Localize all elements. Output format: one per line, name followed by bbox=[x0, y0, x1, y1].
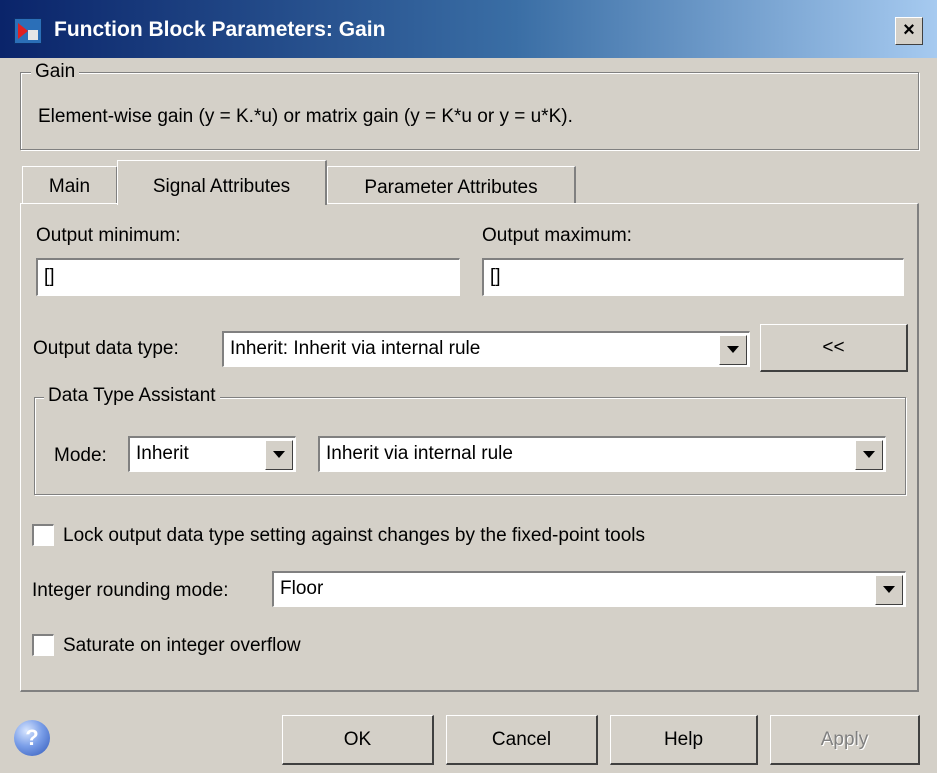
help-button[interactable]: Help bbox=[610, 715, 758, 765]
tab-main[interactable]: Main bbox=[22, 166, 118, 204]
output-minimum-input[interactable]: [] bbox=[36, 258, 460, 296]
gain-description: Element-wise gain (y = K.*u) or matrix g… bbox=[38, 106, 573, 127]
toggle-assistant-button[interactable]: << bbox=[760, 324, 908, 372]
ok-button[interactable]: OK bbox=[282, 715, 434, 765]
saturate-checkbox[interactable] bbox=[32, 634, 54, 656]
inherit-rule-select[interactable]: Inherit via internal rule bbox=[318, 436, 886, 472]
chevron-down-icon[interactable] bbox=[265, 440, 293, 470]
data-type-assistant-legend: Data Type Assistant bbox=[44, 384, 220, 408]
chevron-down-icon[interactable] bbox=[719, 335, 747, 365]
inherit-rule-value: Inherit via internal rule bbox=[326, 443, 513, 464]
output-maximum-input[interactable]: [] bbox=[482, 258, 904, 296]
lock-output-data-type-checkbox[interactable] bbox=[32, 524, 54, 546]
output-data-type-select[interactable]: Inherit: Inherit via internal rule bbox=[222, 331, 750, 367]
tab-signal-attributes[interactable]: Signal Attributes bbox=[117, 160, 327, 205]
window-title: Function Block Parameters: Gain bbox=[54, 18, 386, 41]
help-icon[interactable]: ? bbox=[14, 720, 50, 756]
saturate-label: Saturate on integer overflow bbox=[63, 635, 301, 656]
output-minimum-label: Output minimum: bbox=[36, 225, 181, 246]
chevron-down-icon[interactable] bbox=[875, 575, 903, 605]
integer-rounding-mode-select[interactable]: Floor bbox=[272, 571, 906, 607]
gain-group-legend: Gain bbox=[31, 60, 80, 84]
output-maximum-label: Output maximum: bbox=[482, 225, 632, 246]
output-data-type-label: Output data type: bbox=[33, 338, 179, 359]
mode-value: Inherit bbox=[136, 443, 189, 464]
mode-label: Mode: bbox=[54, 445, 107, 466]
integer-rounding-mode-label: Integer rounding mode: bbox=[32, 580, 229, 601]
apply-button: Apply bbox=[770, 715, 920, 765]
lock-output-data-type-label: Lock output data type setting against ch… bbox=[63, 525, 645, 546]
chevron-down-icon[interactable] bbox=[855, 440, 883, 470]
tab-parameter-attributes[interactable]: Parameter Attributes bbox=[327, 166, 576, 204]
close-button[interactable]: × bbox=[895, 17, 923, 45]
simulink-block-icon bbox=[14, 18, 42, 44]
integer-rounding-mode-value: Floor bbox=[280, 578, 324, 599]
cancel-button[interactable]: Cancel bbox=[446, 715, 598, 765]
output-data-type-value: Inherit: Inherit via internal rule bbox=[230, 338, 481, 359]
mode-select[interactable]: Inherit bbox=[128, 436, 296, 472]
